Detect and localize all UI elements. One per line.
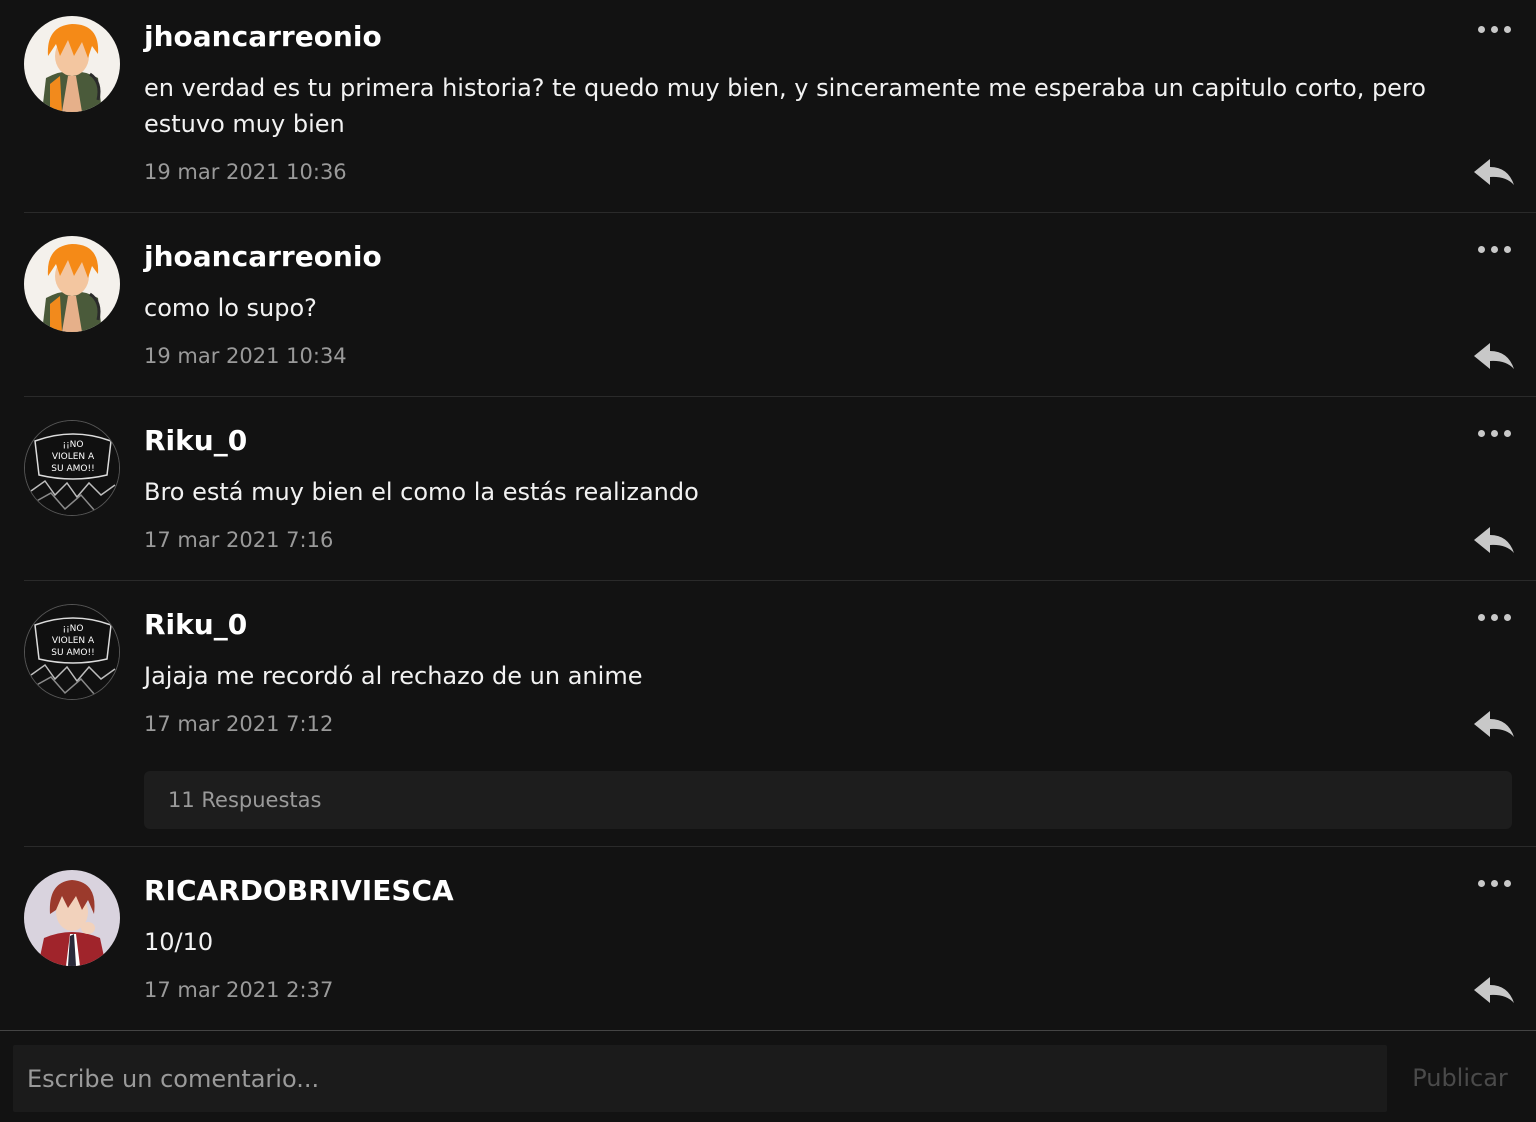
reply-arrow-icon[interactable] <box>1472 974 1516 1006</box>
more-horizontal-icon <box>1477 25 1485 33</box>
svg-text:VIOLEN A: VIOLEN A <box>52 452 95 462</box>
comment-timestamp: 17 mar 2021 2:37 <box>144 978 334 1002</box>
more-horizontal-icon <box>1477 879 1485 887</box>
user-avatar[interactable] <box>24 16 120 112</box>
comment-username[interactable]: jhoancarreonio <box>144 20 382 53</box>
orange-hair-avatar-image <box>24 16 120 112</box>
manga-panel-avatar-image: ¡¡NO VIOLEN A SU AMO!! <box>25 421 119 515</box>
svg-text:VIOLEN A: VIOLEN A <box>52 636 95 646</box>
view-replies-button[interactable]: 11 Respuestas <box>144 771 1512 829</box>
comment-item: ¡¡NO VIOLEN A SU AMO!! Riku_0 Jajaja me … <box>24 581 1536 847</box>
comment-timestamp: 17 mar 2021 7:12 <box>144 712 334 736</box>
reply-arrow-icon[interactable] <box>1472 340 1516 372</box>
user-avatar[interactable] <box>24 236 120 332</box>
comment-text: como lo supo? <box>144 294 317 322</box>
more-options-button[interactable] <box>1476 423 1512 443</box>
comment-input[interactable] <box>13 1045 1387 1112</box>
comment-item: ¡¡NO VIOLEN A SU AMO!! Riku_0 Bro está m… <box>24 397 1536 581</box>
svg-text:¡¡NO: ¡¡NO <box>62 624 83 634</box>
comment-timestamp: 19 mar 2021 10:34 <box>144 344 347 368</box>
more-options-button[interactable] <box>1476 19 1512 39</box>
comment-text: Bro está muy bien el como la estás reali… <box>144 478 699 506</box>
more-horizontal-icon <box>1477 613 1485 621</box>
comment-text: Jajaja me recordó al rechazo de un anime <box>144 662 643 690</box>
comment-composer: Publicar <box>0 1030 1536 1122</box>
reply-arrow-icon[interactable] <box>1472 524 1516 556</box>
svg-text:SU AMO!!: SU AMO!! <box>51 464 94 474</box>
comment-username[interactable]: RICARDOBRIVIESCA <box>144 874 454 907</box>
comments-list: jhoancarreonio en verdad es tu primera h… <box>0 0 1536 1030</box>
comment-text: 10/10 <box>144 928 214 956</box>
orange-hair-avatar-image <box>24 236 120 332</box>
comment-username[interactable]: jhoancarreonio <box>144 240 382 273</box>
comment-item: RICARDOBRIVIESCA 10/10 17 mar 2021 2:37 <box>24 847 1536 1030</box>
user-avatar[interactable]: ¡¡NO VIOLEN A SU AMO!! <box>24 420 120 516</box>
comment-timestamp: 19 mar 2021 10:36 <box>144 160 347 184</box>
comment-item: jhoancarreonio en verdad es tu primera h… <box>24 0 1536 213</box>
comment-item: jhoancarreonio como lo supo? 19 mar 2021… <box>24 213 1536 397</box>
user-avatar[interactable] <box>24 870 120 966</box>
reply-arrow-icon[interactable] <box>1472 156 1516 188</box>
user-avatar[interactable]: ¡¡NO VIOLEN A SU AMO!! <box>24 604 120 700</box>
publish-button[interactable]: Publicar <box>1396 1045 1524 1112</box>
manga-panel-avatar-image: ¡¡NO VIOLEN A SU AMO!! <box>25 605 119 699</box>
svg-text:¡¡NO: ¡¡NO <box>62 440 83 450</box>
more-options-button[interactable] <box>1476 873 1512 893</box>
reply-arrow-icon[interactable] <box>1472 708 1516 740</box>
comment-username[interactable]: Riku_0 <box>144 608 247 641</box>
more-horizontal-icon <box>1477 429 1485 437</box>
comment-timestamp: 17 mar 2021 7:16 <box>144 528 334 552</box>
more-options-button[interactable] <box>1476 239 1512 259</box>
svg-text:SU AMO!!: SU AMO!! <box>51 648 94 658</box>
more-options-button[interactable] <box>1476 607 1512 627</box>
comment-username[interactable]: Riku_0 <box>144 424 247 457</box>
more-horizontal-icon <box>1477 245 1485 253</box>
red-hair-avatar-image <box>24 870 120 966</box>
comment-text: en verdad es tu primera historia? te que… <box>144 74 1426 138</box>
